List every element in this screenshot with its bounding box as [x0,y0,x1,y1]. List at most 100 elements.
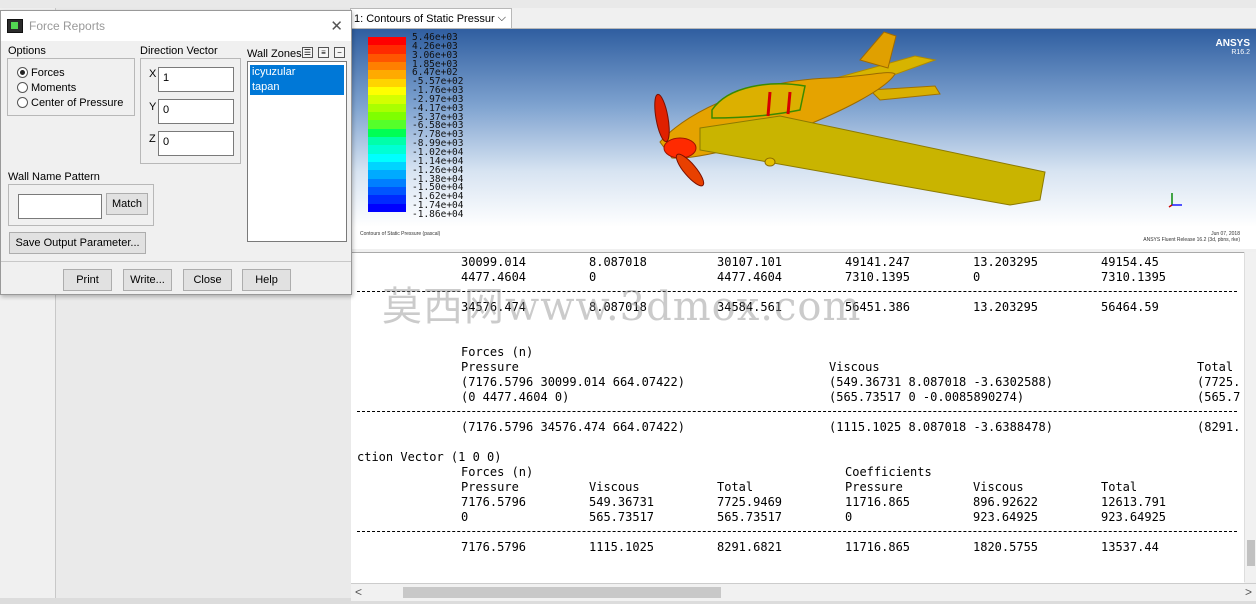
console-cell: 0 [461,510,469,524]
console-heading: Viscous [973,480,1024,494]
wall-name-pattern-group: Match [8,184,154,226]
radio-dot[interactable] [17,97,28,108]
wall-name-pattern-label: Wall Name Pattern [8,171,100,183]
console-cell: 896.92622 [973,495,1039,509]
console-cell: 13.203295 [973,255,1039,269]
console-separator [357,411,1237,412]
console-line: ction Vector (1 0 0) [357,450,502,464]
save-output-parameter-button[interactable]: Save Output Parameter... [9,232,146,254]
console-cell: 1115.1025 [589,540,655,554]
list-icon[interactable]: ≡ [318,47,329,58]
write-button[interactable]: Write... [123,269,172,291]
propeller-blade [654,93,670,143]
y-input[interactable]: 0 [158,99,234,124]
x-input[interactable]: 1 [158,67,234,92]
console-cell: (7176.5796 34576.474 664.07422) [461,420,685,434]
console-cell: 30107.101 [717,255,783,269]
console-cell: 11716.865 [845,495,911,509]
console-cell: (7725. [1197,375,1241,389]
console-cell: 11716.865 [845,540,911,554]
radio-dot[interactable] [17,82,28,93]
canopy-frame [786,91,792,115]
radio-forces[interactable]: Forces [17,65,65,80]
console-cell: (8291. [1197,420,1241,434]
landing-gear [764,157,776,167]
color-legend [368,37,406,213]
console-vertical-scrollbar[interactable] [1244,252,1256,582]
console-cell: 7176.5796 [461,495,527,509]
print-button[interactable]: Print [63,269,112,291]
console-separator [357,531,1237,532]
console-heading: Total [717,480,754,494]
list-item[interactable]: tapan [250,80,344,95]
wall-name-pattern-input[interactable] [18,194,102,219]
legend-labels: 5.46e+03 4.26e+03 3.06e+03 1.85e+03 6.47e+02… [412,33,482,219]
list-item[interactable]: icyuzular [250,65,344,80]
fluent-app-icon [7,19,23,33]
legend-value: -1.86e+04 [412,208,464,220]
radio-dot[interactable] [17,67,28,78]
console-cell: 13537.44 [1101,540,1159,554]
ansys-logo: ANSYS R16.2 [1216,38,1250,56]
console-heading: Pressure [461,480,519,494]
console-cell: 49154.45 [1101,255,1159,269]
console-cell: 7725.9469 [717,495,783,509]
dialog-divider [1,261,351,262]
near-wing [699,115,1046,206]
console-heading: Total [1197,360,1234,374]
console-cell: 7310.1395 [1101,270,1167,284]
console-heading: Coefficients [845,465,932,479]
dialog-title: Force Reports [29,19,106,33]
console-cell: 12613.791 [1101,495,1167,509]
scroll-left-icon[interactable]: < [355,585,362,599]
console-cell: (7176.5796 30099.014 664.07422) [461,375,685,389]
close-icon[interactable]: ✕ [330,17,343,35]
main-toolbar [0,0,1256,8]
force-reports-dialog: Force Reports ✕ Options Forces Moments C… [0,10,352,295]
match-button[interactable]: Match [106,193,148,215]
chevron-down-icon[interactable]: ⌵ [498,12,506,25]
y-label: Y [149,101,157,113]
console-cell: 56464.59 [1101,300,1159,314]
console-cell: 565.73517 [717,510,783,524]
wall-zones-list[interactable]: icyuzular tapan [247,61,347,242]
console-cell: 565.73517 [589,510,655,524]
help-button[interactable]: Help [242,269,291,291]
console-cell: 49141.247 [845,255,911,269]
console-heading: Forces (n) [461,345,534,359]
wall-zones-label: Wall Zones [247,48,302,60]
z-label: Z [149,133,156,145]
options-label: Options [8,45,46,57]
scroll-right-icon[interactable]: > [1245,585,1252,599]
console-cell: 1820.5755 [973,540,1039,554]
z-input[interactable]: 0 [158,131,234,156]
scrollbar-thumb[interactable] [403,587,721,598]
tab-label: 1: Contours of Static Pressur [354,12,495,25]
console-heading: Viscous [829,360,880,374]
dialog-titlebar[interactable]: Force Reports ✕ [1,11,351,41]
select-all-icon[interactable]: ☰ [302,47,313,58]
deselect-all-icon[interactable]: − [334,47,345,58]
legend-swatch [368,203,406,213]
tab-graphics-window[interactable]: 1: Contours of Static Pressur ⌵ [350,8,512,28]
console-heading: Pressure [845,480,903,494]
watermark: 莫西网www.3dmox.com [382,284,862,330]
direction-vector-label: Direction Vector [140,45,218,57]
radio-center-of-pressure[interactable]: Center of Pressure [17,95,123,110]
console-heading: Pressure [461,360,519,374]
radio-moments[interactable]: Moments [17,80,76,95]
direction-vector-group: X 1 Y 0 Z 0 [140,58,241,164]
close-button[interactable]: Close [183,269,232,291]
console-cell: 923.64925 [973,510,1039,524]
x-label: X [149,68,157,80]
caption-release: ANSYS Fluent Release 16.2 (3d, pbns, rke… [1143,237,1240,243]
brand-version: R16.2 [1231,49,1250,56]
console-horizontal-scrollbar[interactable]: < > [351,583,1256,601]
scrollbar-thumb[interactable] [1247,540,1255,566]
console-cell: 8291.6821 [717,540,783,554]
console-cell: 923.64925 [1101,510,1167,524]
console-cell: 0 [973,270,981,284]
viewport-caption-right: Jun 07, 2018 ANSYS Fluent Release 16.2 (… [1143,231,1240,243]
console-cell: 13.203295 [973,300,1039,314]
viewport-caption: Contours of Static Pressure (pascal) [360,231,441,237]
